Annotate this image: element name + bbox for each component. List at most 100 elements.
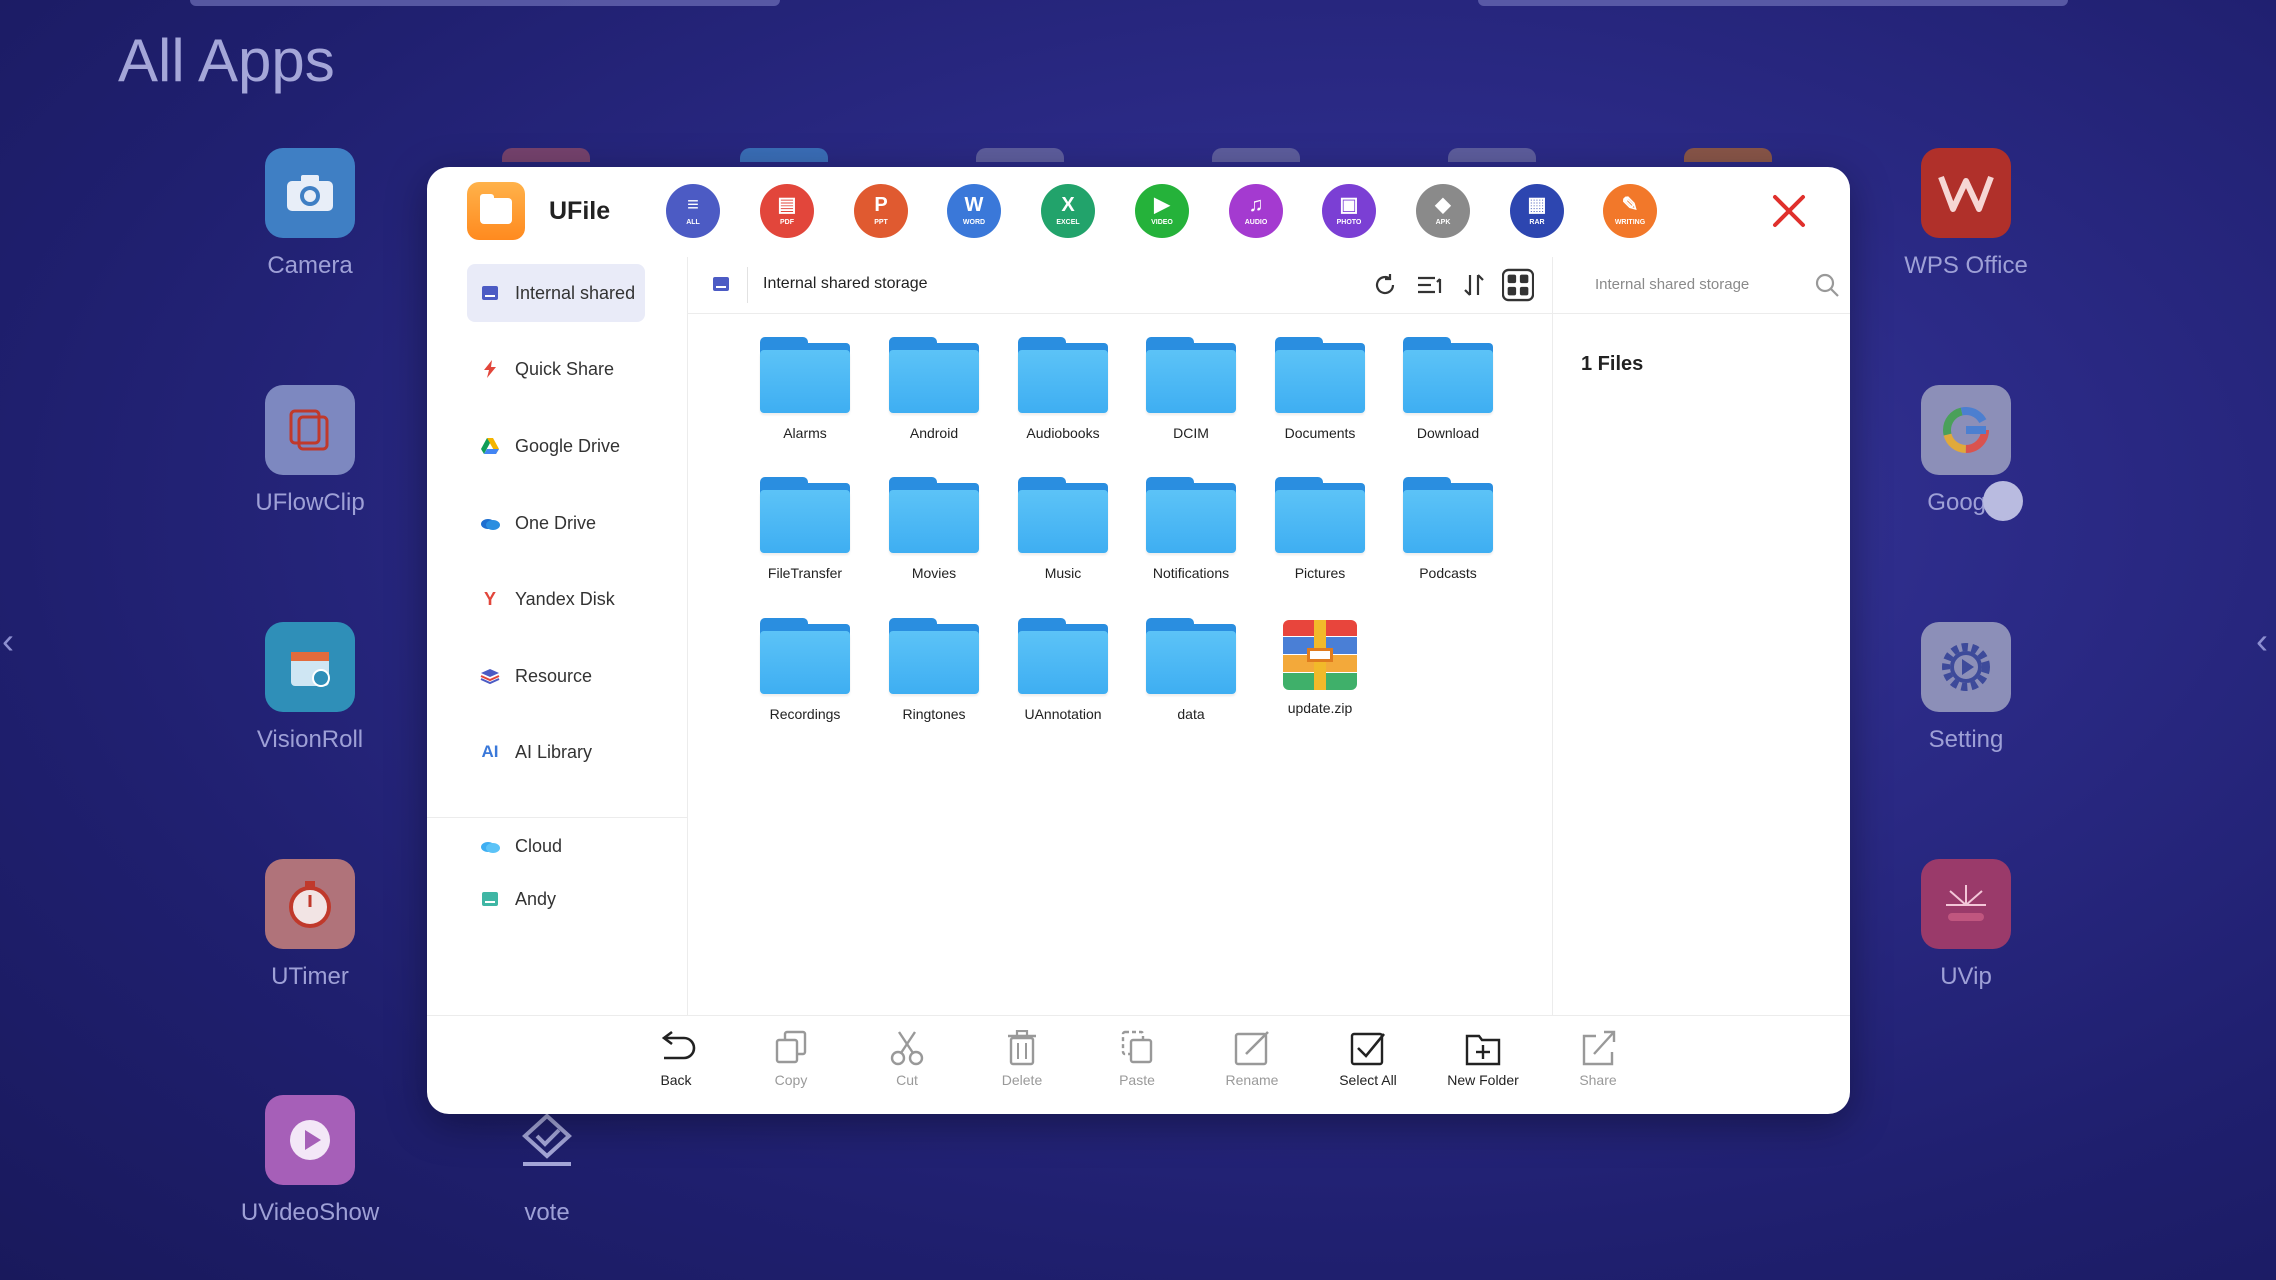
copy-button[interactable]: Copy bbox=[741, 1030, 841, 1088]
folder-item[interactable]: Movies bbox=[870, 477, 998, 581]
folder-item[interactable]: Audiobooks bbox=[999, 337, 1127, 441]
category-tag: APK bbox=[1435, 219, 1451, 226]
share-button[interactable]: Share bbox=[1548, 1030, 1648, 1088]
folder-icon bbox=[889, 337, 979, 415]
category-word-button[interactable]: W WORD bbox=[947, 184, 1001, 238]
folder-item[interactable]: Download bbox=[1384, 337, 1512, 441]
app-label: UFlowClip bbox=[255, 489, 365, 516]
refresh-button[interactable] bbox=[1369, 269, 1401, 301]
category-excel-button[interactable]: X EXCEL bbox=[1041, 184, 1095, 238]
category-photo-button[interactable]: ▣ PHOTO bbox=[1322, 184, 1376, 238]
app-visionroll[interactable]: VisionRoll bbox=[210, 622, 410, 754]
sidebar-item-one-drive[interactable]: One Drive bbox=[467, 494, 645, 552]
cut-button[interactable]: Cut bbox=[857, 1030, 957, 1088]
back-button[interactable]: Back bbox=[626, 1030, 726, 1088]
sidebar-item-internal-shared[interactable]: Internal shared bbox=[467, 264, 645, 322]
folder-item[interactable]: FileTransfer bbox=[741, 477, 869, 581]
folder-item[interactable]: Podcasts bbox=[1384, 477, 1512, 581]
folder-item[interactable]: Android bbox=[870, 337, 998, 441]
app-camera[interactable]: Camera bbox=[210, 148, 410, 280]
category-glyph: ◆ bbox=[1435, 194, 1451, 216]
category-pdf-button[interactable]: ▤ PDF bbox=[760, 184, 814, 238]
folder-icon bbox=[1018, 618, 1108, 696]
file-name: Ringtones bbox=[902, 706, 966, 722]
app-name: UFile bbox=[549, 197, 611, 225]
action-label: Back bbox=[660, 1072, 692, 1088]
share-icon bbox=[1582, 1030, 1616, 1066]
zip-file-item[interactable]: update.zip bbox=[1256, 618, 1384, 716]
ufile-logo-icon bbox=[467, 182, 525, 240]
folder-item[interactable]: data bbox=[1127, 618, 1255, 722]
app-utimer[interactable]: UTimer bbox=[210, 859, 410, 991]
category-ppt-button[interactable]: P PPT bbox=[854, 184, 908, 238]
folder-icon bbox=[760, 477, 850, 555]
file-name: Android bbox=[909, 425, 959, 441]
list-view-button[interactable] bbox=[1414, 269, 1446, 301]
category-glyph: ♫ bbox=[1248, 194, 1264, 216]
folder-item[interactable]: Ringtones bbox=[870, 618, 998, 722]
path-divider bbox=[747, 267, 748, 303]
folder-item[interactable]: Alarms bbox=[741, 337, 869, 441]
app-label: Setting bbox=[1928, 726, 2004, 753]
sidebar-item-label: Quick Share bbox=[515, 358, 615, 379]
folder-icon bbox=[1146, 618, 1236, 696]
sort-icon bbox=[1464, 274, 1484, 296]
category-all-button[interactable]: ≡ ALL bbox=[666, 184, 720, 238]
sidebar-item-yandex-disk[interactable]: Y Yandex Disk bbox=[467, 570, 645, 628]
delete-button[interactable]: Delete bbox=[972, 1030, 1072, 1088]
file-name: Movies bbox=[911, 565, 957, 581]
select-all-button[interactable]: Select All bbox=[1318, 1030, 1418, 1088]
file-name: UAnnotation bbox=[1024, 706, 1102, 722]
category-glyph: ▦ bbox=[1527, 194, 1547, 216]
info-pane: Internal shared storage 1 Files bbox=[1552, 257, 1850, 1015]
app-wps-office[interactable]: WPS Office bbox=[1866, 148, 2066, 280]
sidebar-item-resource[interactable]: Resource bbox=[467, 647, 645, 705]
ghost-app-tile bbox=[976, 148, 1064, 162]
sort-button[interactable] bbox=[1458, 269, 1490, 301]
app-google[interactable]: Google bbox=[1866, 385, 2066, 517]
folder-item[interactable]: Documents bbox=[1256, 337, 1384, 441]
sidebar-item-quick-share[interactable]: Quick Share bbox=[467, 340, 645, 398]
folder-item[interactable]: Recordings bbox=[741, 618, 869, 722]
app-vote[interactable]: vote bbox=[447, 1095, 647, 1227]
refresh-icon bbox=[1375, 274, 1395, 295]
new-folder-button[interactable]: New Folder bbox=[1433, 1030, 1533, 1088]
folder-item[interactable]: Pictures bbox=[1256, 477, 1384, 581]
paste-button[interactable]: Paste bbox=[1087, 1030, 1187, 1088]
category-writing-button[interactable]: ✎ WRITING bbox=[1603, 184, 1657, 238]
chevron-left-edge-icon[interactable]: ‹ bbox=[2, 620, 14, 662]
category-glyph: P bbox=[874, 194, 888, 216]
storage-icon[interactable] bbox=[711, 274, 731, 299]
folder-icon bbox=[1146, 337, 1236, 415]
category-rar-button[interactable]: ▦ RAR bbox=[1510, 184, 1564, 238]
rename-button[interactable]: Rename bbox=[1202, 1030, 1302, 1088]
app-uvip[interactable]: UVip bbox=[1866, 859, 2066, 991]
folder-item[interactable]: UAnnotation bbox=[999, 618, 1127, 722]
search-input[interactable]: Internal shared storage bbox=[1553, 257, 1850, 314]
close-button[interactable] bbox=[1767, 189, 1811, 233]
search-icon[interactable] bbox=[1813, 271, 1841, 304]
grid-view-button[interactable] bbox=[1502, 268, 1534, 302]
breadcrumb[interactable]: Internal shared storage bbox=[763, 275, 928, 293]
folder-item[interactable]: Music bbox=[999, 477, 1127, 581]
category-audio-button[interactable]: ♫ AUDIO bbox=[1229, 184, 1283, 238]
chevron-right-edge-icon[interactable]: ‹ bbox=[2256, 620, 2268, 662]
category-tag: PDF bbox=[780, 219, 794, 226]
category-tag: VIDEO bbox=[1151, 219, 1173, 226]
app-setting[interactable]: Setting bbox=[1866, 622, 2066, 754]
app-uflowclip[interactable]: UFlowClip bbox=[210, 385, 410, 517]
category-apk-button[interactable]: ◆ APK bbox=[1416, 184, 1470, 238]
folder-item[interactable]: DCIM bbox=[1127, 337, 1255, 441]
app-uvideoshow[interactable]: UVideoShow bbox=[210, 1095, 410, 1227]
folder-item[interactable]: Notifications bbox=[1127, 477, 1255, 581]
cloud-icon bbox=[479, 835, 501, 857]
delete-icon bbox=[1008, 1030, 1036, 1066]
category-tag: PPT bbox=[874, 219, 888, 226]
app-label: WPS Office bbox=[1904, 252, 2028, 279]
category-video-button[interactable]: ▶ VIDEO bbox=[1135, 184, 1189, 238]
sidebar-item-label: Internal shared bbox=[515, 282, 636, 303]
sidebar-item-andy[interactable]: Andy bbox=[467, 870, 645, 928]
sidebar-item-cloud[interactable]: Cloud bbox=[467, 817, 645, 875]
sidebar-item-google-drive[interactable]: Google Drive bbox=[467, 417, 645, 475]
sidebar-item-ai-library[interactable]: AI AI Library bbox=[467, 723, 645, 781]
